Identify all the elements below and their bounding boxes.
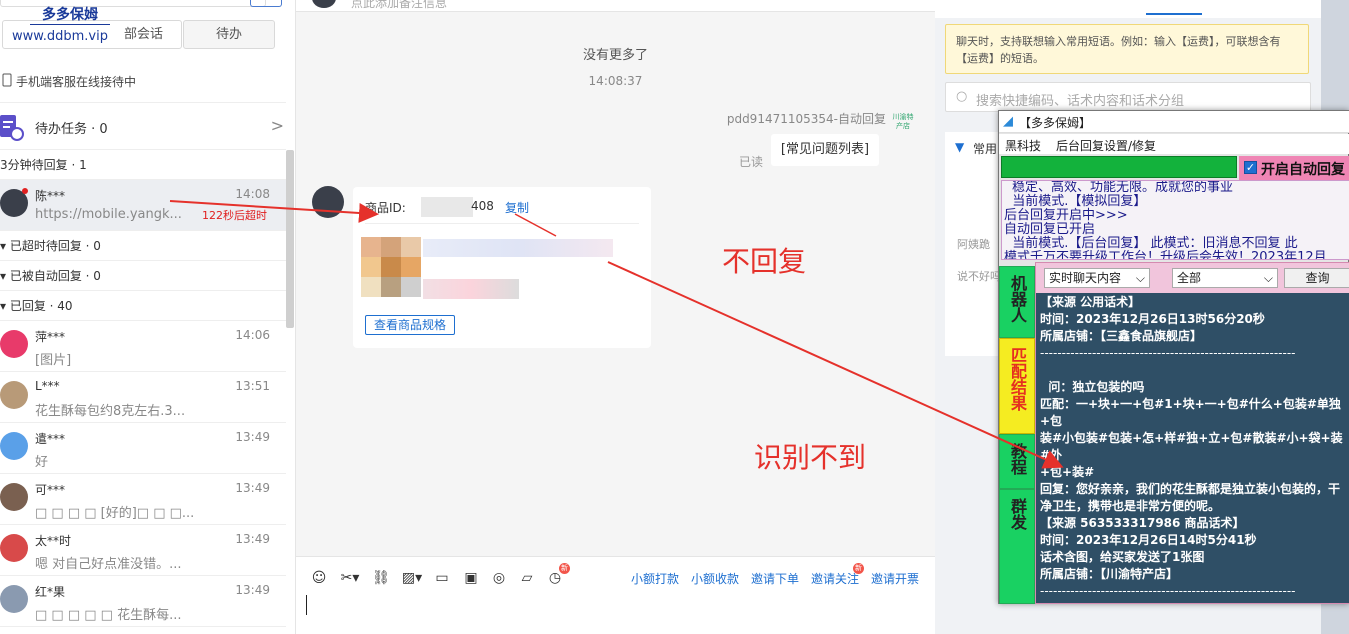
arrow-to-match-reply (607, 261, 1064, 469)
annotation-arrows (169, 200, 1064, 469)
arrow-stub (514, 213, 557, 237)
arrow-to-product-card (169, 200, 379, 223)
